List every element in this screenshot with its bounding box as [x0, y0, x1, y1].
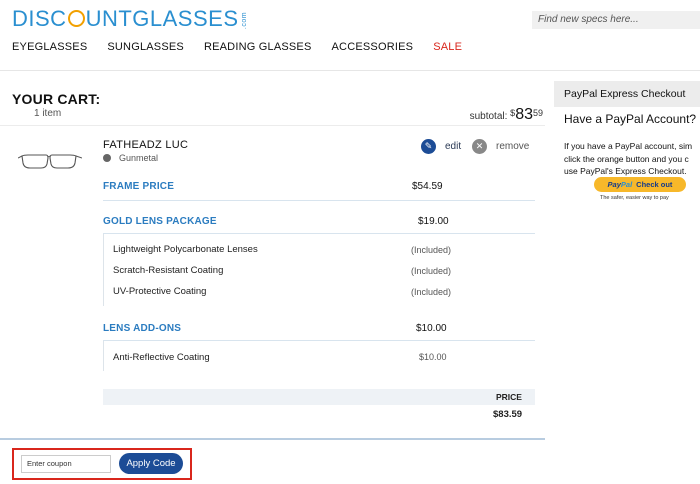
cart-item-count: 1 item — [34, 108, 62, 119]
main-nav: EYEGLASSES SUNGLASSES READING GLASSES AC… — [12, 41, 482, 53]
cart-divider — [0, 125, 545, 126]
paypal-checkout-button[interactable]: Pay Pal Check out — [594, 177, 686, 192]
lens-package-price: $19.00 — [418, 216, 449, 227]
subtotal-label: subtotal: — [469, 111, 508, 122]
lens-item-name: UV-Protective Coating — [113, 286, 207, 297]
nav-accessories[interactable]: ACCESSORIES — [332, 41, 414, 53]
lens-item-value: (Included) — [411, 245, 452, 255]
lens-item-name: Lightweight Polycarbonate Lenses — [113, 244, 258, 255]
lens-item-name: Scratch-Resistant Coating — [113, 265, 224, 276]
paypal-text-line: click the orange button and you c — [564, 153, 689, 164]
paypal-text-line: If you have a PayPal account, sim — [564, 141, 693, 151]
cart-bottom-divider — [0, 438, 545, 440]
close-icon: ✕ — [472, 139, 487, 154]
search-input[interactable]: Find new specs here... — [532, 11, 700, 29]
lens-package-label: GOLD LENS PACKAGE — [103, 216, 217, 227]
logo-ring-icon — [67, 10, 85, 27]
lens-item-value: (Included) — [411, 287, 452, 297]
nav-sale[interactable]: SALE — [433, 41, 462, 53]
frame-price-value: $54.59 — [412, 181, 443, 192]
logo-text-end: UNTGLASSES — [85, 6, 239, 31]
paypal-sidebar-title: Have a PayPal Account? — [564, 112, 697, 126]
subtotal-cents: 59 — [532, 108, 543, 118]
pencil-icon: ✎ — [421, 139, 436, 154]
frame-divider — [103, 200, 535, 201]
lens-item-value: (Included) — [411, 266, 452, 276]
coupon-input[interactable]: Enter coupon — [21, 455, 111, 473]
remove-label: remove — [496, 141, 530, 152]
price-total: $83.59 — [493, 409, 523, 420]
nav-eyeglasses[interactable]: EYEGLASSES — [12, 41, 87, 53]
frame-price-label: FRAME PRICE — [103, 181, 175, 192]
paypal-logo-pal: Pal — [620, 180, 633, 189]
subtotal-currency: $ — [510, 108, 516, 118]
product-image[interactable] — [18, 150, 82, 172]
product-color-label: Gunmetal — [119, 153, 159, 163]
cart-title: YOUR CART: — [12, 91, 101, 107]
paypal-sidebar-header: PayPal Express Checkout — [554, 81, 700, 107]
paypal-sidebar-text: If you have a PayPal account, sim click … — [564, 140, 700, 178]
edit-label: edit — [445, 141, 462, 152]
apply-code-button[interactable]: Apply Code — [119, 453, 183, 474]
lens-addons-label: LENS ADD-ONS — [103, 323, 182, 334]
logo-text-start: DISC — [12, 6, 67, 31]
price-header-bar — [103, 389, 535, 405]
addon-item-name: Anti-Reflective Coating — [113, 352, 210, 363]
price-header: PRICE — [496, 392, 522, 402]
paypal-tagline: The safer, easier way to pay — [600, 195, 669, 201]
product-name[interactable]: FATHEADZ LUC — [103, 139, 188, 151]
addon-item-value: $10.00 — [419, 352, 447, 362]
logo[interactable]: DISC UNTGLASSES .com — [12, 6, 256, 32]
logo-suffix: .com — [240, 11, 248, 30]
color-swatch-icon — [103, 154, 111, 162]
lens-addons-price: $10.00 — [416, 323, 447, 334]
cart-subtotal: subtotal: $8359 — [470, 106, 543, 124]
edit-button[interactable]: ✎ edit — [421, 139, 461, 154]
header-divider — [0, 70, 700, 71]
remove-button[interactable]: ✕ remove — [472, 139, 529, 154]
product-color: Gunmetal — [103, 153, 158, 163]
paypal-logo-pay: Pay — [607, 180, 621, 189]
subtotal-amount: 83 — [515, 106, 533, 123]
paypal-checkout-label: Check out — [636, 180, 673, 189]
nav-sunglasses[interactable]: SUNGLASSES — [107, 41, 184, 53]
nav-reading-glasses[interactable]: READING GLASSES — [204, 41, 312, 53]
paypal-text-line: use PayPal's Express Checkout. — [564, 166, 687, 176]
